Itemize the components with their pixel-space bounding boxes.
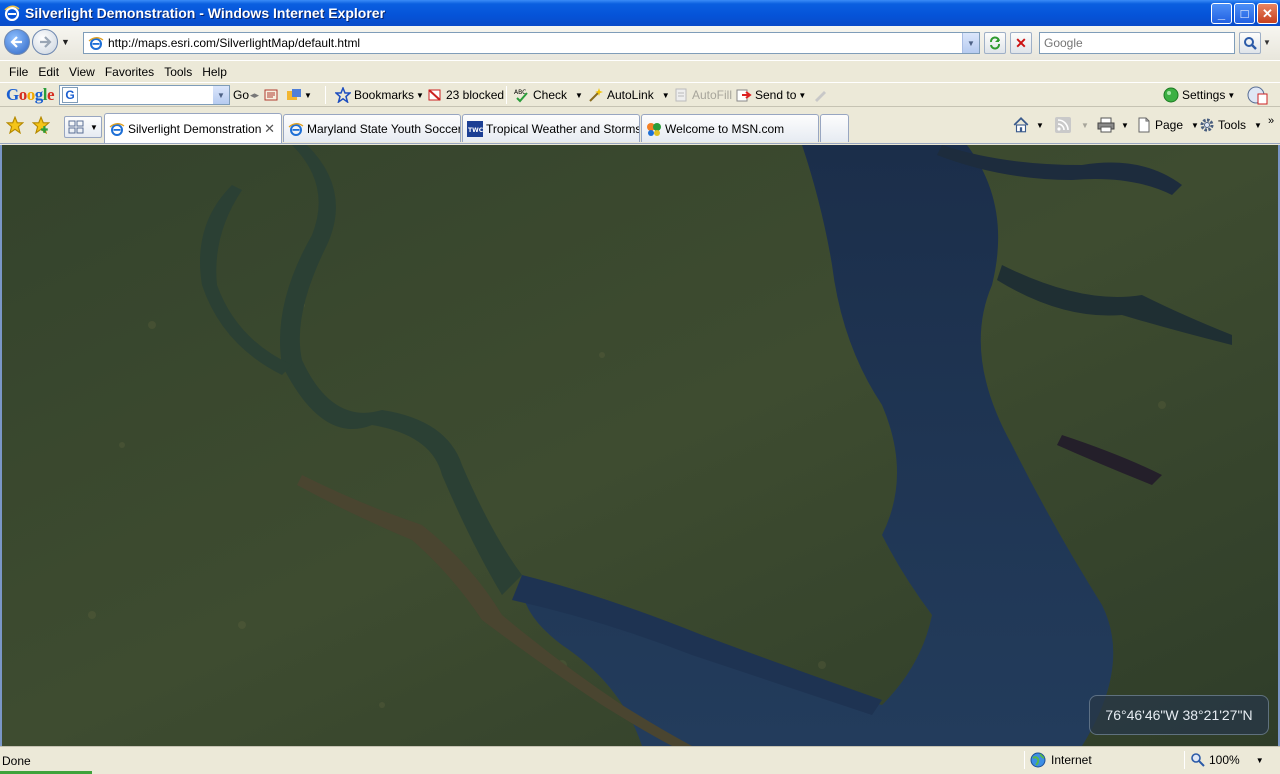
- status-bar: Done Internet 100% ▼: [0, 746, 1280, 774]
- quick-tabs-button[interactable]: ▼: [64, 116, 102, 138]
- google-logo: Google: [6, 85, 55, 104]
- globe-icon: [1030, 752, 1046, 768]
- tab-bar: ▼ Silverlight Demonstration ✕ Maryland S…: [0, 108, 1280, 144]
- ie-logo-icon: [4, 5, 20, 21]
- close-tab-icon[interactable]: ✕: [264, 121, 275, 137]
- menu-help[interactable]: Help: [197, 65, 232, 79]
- tab-silverlight-demonstration[interactable]: Silverlight Demonstration ✕: [104, 113, 282, 143]
- pdf-icon[interactable]: [1246, 83, 1268, 107]
- stop-button[interactable]: ✕: [1010, 32, 1032, 54]
- star-outline-icon: [335, 87, 351, 103]
- twc-logo-icon: TWC: [467, 120, 483, 137]
- send-icon: [736, 89, 752, 102]
- google-toolbar: Google G ▼ Go ◂▸ ▼ Bookmarks ▼ 23 blocked…: [0, 82, 1280, 107]
- spellcheck-icon: ABC: [514, 89, 528, 103]
- back-arrow-icon: [10, 36, 22, 48]
- zoom-magnifier-icon: [1191, 753, 1205, 767]
- favorites-star-icon[interactable]: [5, 115, 25, 137]
- refresh-button[interactable]: [984, 32, 1006, 54]
- print-button[interactable]: ▼: [1097, 114, 1129, 136]
- maximize-button[interactable]: □: [1234, 3, 1255, 24]
- address-dropdown[interactable]: ▼: [962, 33, 979, 53]
- menu-file[interactable]: File: [4, 65, 33, 79]
- refresh-icon: [990, 36, 1000, 50]
- status-text: Done: [2, 754, 31, 768]
- menu-favorites[interactable]: Favorites: [100, 65, 159, 79]
- google-go-button[interactable]: Go: [233, 83, 249, 107]
- page-menu-button[interactable]: Page ▼: [1136, 114, 1199, 136]
- add-favorite-icon[interactable]: [31, 115, 51, 137]
- ie-page-icon: [88, 37, 104, 50]
- rss-feed-icon: [1055, 117, 1071, 133]
- send-to-button[interactable]: Send to ▼: [736, 83, 806, 107]
- bookmarks-button[interactable]: Bookmarks ▼: [335, 83, 424, 107]
- satellite-map[interactable]: [2, 145, 1278, 746]
- map-viewport[interactable]: 76°46'46"W 38°21'27"N: [0, 145, 1280, 746]
- tab-welcome-to-msn[interactable]: Welcome to MSN.com: [641, 114, 819, 142]
- printer-icon: [1097, 117, 1115, 133]
- minimize-button[interactable]: _: [1211, 3, 1232, 24]
- google-search-dropdown[interactable]: ▼: [213, 86, 229, 104]
- tools-menu-button[interactable]: Tools ▼: [1199, 114, 1262, 136]
- new-tab-button[interactable]: [820, 114, 849, 142]
- menu-bar: File Edit View Favorites Tools Help: [0, 60, 1280, 82]
- address-field[interactable]: http://maps.esri.com/SilverlightMap/defa…: [83, 32, 980, 54]
- google-g-icon: G: [62, 87, 78, 103]
- search-input[interactable]: [1039, 32, 1235, 54]
- ie-tab-icon: [288, 122, 304, 136]
- home-icon: [1013, 116, 1029, 133]
- autofill-button[interactable]: AutoFill: [673, 83, 732, 107]
- coordinate-readout: 76°46'46"W 38°21'27"N: [1089, 695, 1269, 735]
- window-title: Silverlight Demonstration - Windows Inte…: [25, 5, 386, 21]
- news-icon[interactable]: [263, 83, 279, 107]
- resize-handle-icon[interactable]: ◂▸: [250, 83, 259, 107]
- msn-butterfly-icon: [647, 122, 661, 136]
- search-button[interactable]: [1239, 32, 1261, 54]
- back-button[interactable]: [4, 29, 30, 55]
- close-button[interactable]: ✕: [1257, 3, 1278, 24]
- popup-icon[interactable]: ▼: [286, 83, 312, 107]
- tab-tropical-weather[interactable]: TWC Tropical Weather and Storms...: [462, 114, 640, 142]
- google-search-input[interactable]: G ▼: [59, 85, 230, 105]
- highlighter-icon[interactable]: [812, 83, 828, 107]
- autolink-button[interactable]: AutoLink ▼: [588, 83, 670, 107]
- more-commands-icon[interactable]: »: [1268, 110, 1274, 132]
- form-icon: [675, 88, 687, 102]
- magnifier-icon: [1244, 37, 1257, 50]
- quick-tabs-icon: [68, 120, 84, 134]
- menu-tools[interactable]: Tools: [159, 65, 197, 79]
- search-options-dropdown[interactable]: ▼: [1263, 38, 1271, 47]
- address-url: http://maps.esri.com/SilverlightMap/defa…: [108, 36, 361, 50]
- popup-blocker-button[interactable]: 23 blocked: [427, 83, 504, 107]
- tab-maryland-state-youth-soccer[interactable]: Maryland State Youth Soccer...: [283, 114, 461, 142]
- tab-list-dropdown[interactable]: ▼: [90, 123, 98, 132]
- settings-button[interactable]: Settings ▼: [1163, 83, 1235, 107]
- ie-tab-icon: [109, 122, 125, 136]
- title-bar: Silverlight Demonstration - Windows Inte…: [0, 0, 1280, 26]
- spell-check-button[interactable]: ABC Check ▼: [514, 83, 583, 107]
- popup-blocked-icon: [428, 89, 441, 101]
- zoom-control[interactable]: 100% ▼: [1190, 752, 1264, 768]
- feeds-button[interactable]: ▼: [1055, 114, 1089, 136]
- menu-view[interactable]: View: [64, 65, 100, 79]
- forward-arrow-icon: [40, 36, 52, 48]
- menu-edit[interactable]: Edit: [33, 65, 64, 79]
- svg-text:TWC: TWC: [468, 127, 483, 134]
- forward-button[interactable]: [32, 29, 58, 55]
- security-zone[interactable]: Internet: [1030, 752, 1092, 768]
- gear-icon: [1200, 118, 1214, 132]
- home-button[interactable]: ▼: [1012, 114, 1044, 136]
- address-toolbar: ▼ http://maps.esri.com/SilverlightMap/de…: [0, 26, 1280, 60]
- green-status-icon: [1163, 87, 1179, 103]
- stop-icon: ✕: [1015, 34, 1027, 51]
- page-icon: [1138, 117, 1150, 133]
- recent-pages-dropdown[interactable]: ▼: [61, 37, 70, 47]
- wand-icon: [589, 88, 603, 102]
